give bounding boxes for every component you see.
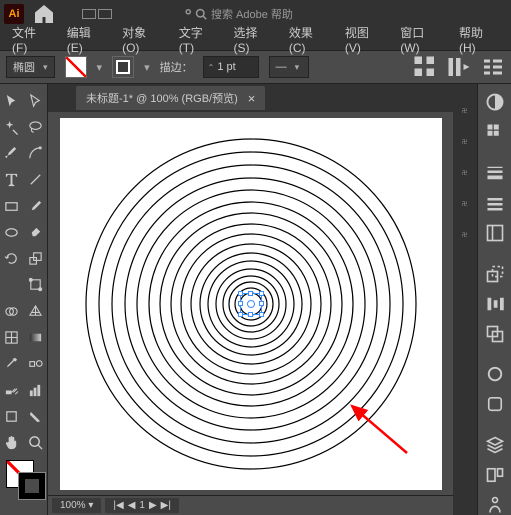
panel-dots-icon[interactable]: ࿖	[462, 166, 468, 185]
zoom-level[interactable]: 100% ▾	[52, 498, 101, 513]
links-panel-icon[interactable]	[485, 495, 505, 515]
zoom-tool[interactable]	[24, 429, 48, 455]
tab-row: 未标题-1* @ 100% (RGB/预览) ×	[48, 84, 453, 112]
menu-window[interactable]: 窗口(W)	[400, 24, 443, 55]
settings-icon[interactable]	[481, 56, 505, 78]
stroke-label: 描边：	[160, 59, 193, 75]
graph-tool[interactable]	[24, 377, 48, 403]
line-tool[interactable]	[24, 167, 48, 193]
selection-bounding-box[interactable]	[240, 293, 262, 315]
right-panels	[477, 84, 511, 515]
artboard-tool[interactable]	[0, 403, 24, 429]
search-box[interactable]: 搜索 Adobe 帮助	[180, 6, 293, 22]
brushes-panel-icon[interactable]	[485, 193, 505, 213]
stroke-weight-input[interactable]: ⌃ 1 pt	[203, 56, 259, 78]
menu-edit[interactable]: 编辑(E)	[67, 24, 106, 55]
search-placeholder: 搜索 Adobe 帮助	[211, 6, 293, 22]
collapsed-panel-strip: ࿖ ࿖ ࿖ ࿖ ࿖	[453, 84, 477, 515]
appearance-panel-icon[interactable]	[485, 364, 505, 384]
menu-file[interactable]: 文件(F)	[12, 24, 51, 55]
stroke-panel-icon[interactable]	[485, 163, 505, 183]
tab-title: 未标题-1* @ 100% (RGB/预览)	[86, 90, 238, 106]
brush-tool[interactable]	[24, 193, 48, 219]
status-bar: 100% ▾ |◀◀1▶▶|	[48, 495, 453, 515]
app-logo: Ai	[4, 4, 24, 24]
layout-switcher[interactable]	[82, 9, 112, 19]
menu-view[interactable]: 视图(V)	[345, 24, 384, 55]
scale-tool[interactable]	[24, 246, 48, 272]
eyedropper-tool[interactable]	[0, 351, 24, 377]
gradient-tool[interactable]	[24, 324, 48, 350]
brush-select[interactable]: —	[269, 56, 309, 78]
stroke-swatch[interactable]	[112, 56, 134, 78]
artboards-panel-icon[interactable]	[485, 465, 505, 485]
shape-select[interactable]: 椭圆	[6, 56, 55, 78]
document-tab[interactable]: 未标题-1* @ 100% (RGB/预览) ×	[76, 86, 265, 110]
rotate-tool[interactable]	[0, 246, 24, 272]
symbols-panel-icon[interactable]	[485, 223, 505, 243]
menu-object[interactable]: 对象(O)	[122, 24, 163, 55]
perspective-tool[interactable]	[24, 298, 48, 324]
magic-wand-tool[interactable]	[0, 114, 24, 140]
color-panel-icon[interactable]	[485, 92, 505, 112]
control-bar: 椭圆 ▾ ▾ 描边： ⌃ 1 pt —	[0, 50, 511, 84]
pathfinder-panel-icon[interactable]	[485, 324, 505, 344]
layers-panel-icon[interactable]	[485, 435, 505, 455]
arrange-icon[interactable]	[447, 56, 471, 78]
hand-tool[interactable]	[0, 429, 24, 455]
pen-tool[interactable]	[0, 141, 24, 167]
free-transform-tool[interactable]	[24, 272, 48, 298]
panel-dots-icon[interactable]: ࿖	[462, 228, 468, 247]
menu-effect[interactable]: 效果(C)	[289, 24, 329, 55]
direct-selection-tool[interactable]	[24, 88, 48, 114]
close-tab-icon[interactable]: ×	[248, 91, 256, 106]
selection-tool[interactable]	[0, 88, 24, 114]
fill-swatch[interactable]	[65, 56, 87, 78]
mesh-tool[interactable]	[0, 324, 24, 350]
slice-tool[interactable]	[24, 403, 48, 429]
width-tool[interactable]	[0, 272, 24, 298]
panel-dots-icon[interactable]: ࿖	[462, 104, 468, 123]
document-area: 未标题-1* @ 100% (RGB/预览) ×	[48, 84, 453, 515]
eraser-tool[interactable]	[24, 219, 48, 245]
transform-panel-icon[interactable]	[485, 264, 505, 284]
fill-stroke-swatch[interactable]	[0, 456, 47, 504]
swatches-panel-icon[interactable]	[485, 122, 505, 142]
shaper-tool[interactable]	[0, 219, 24, 245]
shape-builder-tool[interactable]	[0, 298, 24, 324]
panel-dots-icon[interactable]: ࿖	[462, 197, 468, 216]
toolbox	[0, 84, 48, 515]
symbol-sprayer-tool[interactable]	[0, 377, 24, 403]
artboard[interactable]	[60, 118, 442, 490]
align-panel-icon[interactable]	[485, 294, 505, 314]
menu-select[interactable]: 选择(S)	[234, 24, 273, 55]
type-tool[interactable]	[0, 167, 24, 193]
menu-bar: 文件(F) 编辑(E) 对象(O) 文字(T) 选择(S) 效果(C) 视图(V…	[0, 28, 511, 50]
lasso-tool[interactable]	[24, 114, 48, 140]
menu-type[interactable]: 文字(T)	[179, 24, 218, 55]
grid-view-icon[interactable]	[413, 56, 437, 78]
artboard-nav[interactable]: |◀◀1▶▶|	[105, 498, 179, 513]
canvas[interactable]	[48, 112, 453, 495]
curvature-tool[interactable]	[24, 141, 48, 167]
menu-help[interactable]: 帮助(H)	[459, 24, 499, 55]
rectangle-tool[interactable]	[0, 193, 24, 219]
panel-dots-icon[interactable]: ࿖	[462, 135, 468, 154]
blend-tool[interactable]	[24, 351, 48, 377]
home-icon[interactable]	[32, 3, 56, 25]
graphic-styles-panel-icon[interactable]	[485, 394, 505, 414]
